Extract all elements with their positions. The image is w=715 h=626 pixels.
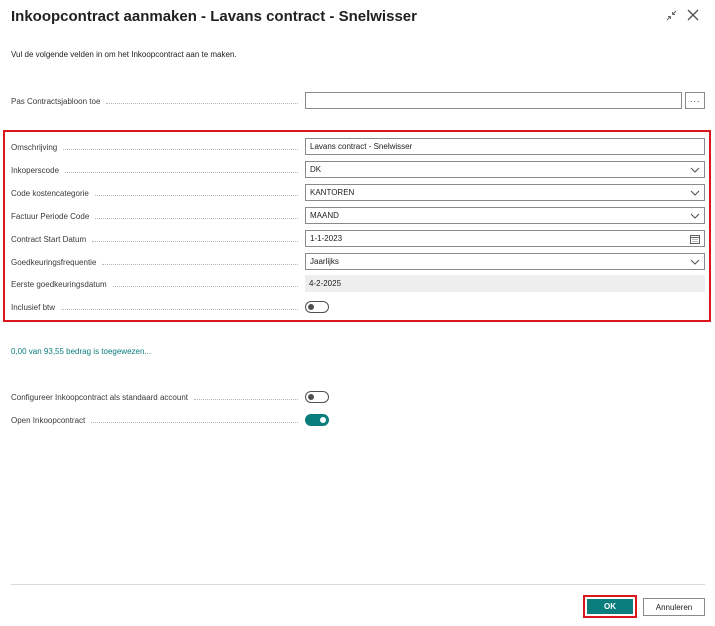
standaard-account-label-text: Configureer Inkoopcontract als standaard… (11, 392, 188, 402)
kostencategorie-row: Code kostencategorie KANTOREN (11, 184, 705, 202)
eerste-goedkeuringsdatum-label: Eerste goedkeuringsdatum (11, 280, 304, 289)
leader-dots (106, 102, 298, 104)
eerste-goedkeuringsdatum-value: 4-2-2025 (305, 275, 705, 292)
omschrijving-label: Omschrijving (11, 143, 304, 152)
collapse-icon[interactable] (662, 6, 680, 24)
leader-dots (95, 217, 298, 219)
inclusief-btw-label: Inclusief btw (11, 303, 304, 312)
leader-dots (194, 398, 298, 400)
goedkeuringsfrequentie-label: Goedkeuringsfrequentie (11, 258, 304, 267)
template-lookup-button[interactable]: ··· (685, 92, 705, 109)
omschrijving-label-text: Omschrijving (11, 142, 58, 152)
leader-dots (65, 171, 298, 173)
start-datum-label: Contract Start Datum (11, 235, 304, 244)
goedkeuringsfrequentie-value: Jaarlijks (310, 257, 339, 266)
factuur-periode-label-text: Factuur Periode Code (11, 211, 90, 221)
toggle-knob (308, 394, 314, 400)
collapse-arrows-icon (666, 10, 676, 20)
kostencategorie-value: KANTOREN (310, 188, 355, 197)
factuur-periode-select[interactable]: MAAND (305, 207, 705, 224)
inkoperscode-value: DK (310, 165, 322, 174)
assigned-amount-link[interactable]: 0,00 van 93,55 bedrag is toegewezen... (11, 347, 151, 356)
ok-highlight: OK (583, 595, 637, 618)
omschrijving-input[interactable]: Lavans contract - Snelwisser (305, 138, 705, 155)
standaard-account-row: Configureer Inkoopcontract als standaard… (11, 388, 705, 406)
footer-divider (11, 584, 705, 585)
close-icon[interactable] (684, 6, 702, 24)
goedkeuringsfrequentie-label-text: Goedkeuringsfrequentie (11, 257, 97, 267)
leader-dots (63, 148, 298, 150)
kostencategorie-select[interactable]: KANTOREN (305, 184, 705, 201)
chevron-down-icon (690, 190, 700, 196)
leader-dots (91, 421, 298, 423)
goedkeuringsfrequentie-row: Goedkeuringsfrequentie Jaarlijks (11, 253, 705, 271)
ok-button[interactable]: OK (587, 599, 633, 614)
standaard-account-toggle[interactable] (305, 391, 329, 403)
start-datum-input[interactable]: 1-1-2023 (305, 230, 705, 247)
open-contract-toggle[interactable] (305, 414, 329, 426)
close-x-icon (687, 9, 699, 21)
leader-dots (102, 263, 298, 265)
inkoperscode-select[interactable]: DK (305, 161, 705, 178)
chevron-down-icon (690, 213, 700, 219)
chevron-down-icon (690, 259, 700, 265)
leader-dots (61, 308, 298, 310)
open-contract-row: Open Inkoopcontract (11, 411, 705, 429)
factuur-periode-label: Factuur Periode Code (11, 212, 304, 221)
dialog-title: Inkoopcontract aanmaken - Lavans contrac… (11, 8, 417, 25)
eerste-goedkeuringsdatum-label-text: Eerste goedkeuringsdatum (11, 279, 107, 289)
template-label-text: Pas Contractsjabloon toe (11, 96, 101, 106)
template-label: Pas Contractsjabloon toe (11, 97, 304, 106)
start-datum-value: 1-1-2023 (310, 234, 343, 243)
inclusief-btw-toggle[interactable] (305, 301, 329, 313)
inkoperscode-label-text: Inkoperscode (11, 165, 60, 175)
inclusief-btw-row: Inclusief btw (11, 298, 705, 316)
standaard-account-label: Configureer Inkoopcontract als standaard… (11, 393, 304, 402)
leader-dots (92, 240, 298, 242)
start-datum-row: Contract Start Datum 1-1-2023 (11, 230, 705, 248)
factuur-periode-row: Factuur Periode Code MAAND (11, 207, 705, 225)
toggle-knob (308, 304, 314, 310)
intro-text: Vul de volgende velden in om het Inkoopc… (11, 50, 237, 59)
chevron-down-icon (690, 167, 700, 173)
template-row: Pas Contractsjabloon toe ··· (11, 92, 705, 110)
leader-dots (112, 285, 298, 287)
omschrijving-row: Omschrijving Lavans contract - Snelwisse… (11, 138, 705, 156)
cancel-button[interactable]: Annuleren (643, 598, 705, 616)
open-contract-label: Open Inkoopcontract (11, 416, 304, 425)
inkoperscode-label: Inkoperscode (11, 166, 304, 175)
inclusief-btw-label-text: Inclusief btw (11, 302, 56, 312)
kostencategorie-label-text: Code kostencategorie (11, 188, 89, 198)
factuur-periode-value: MAAND (310, 211, 339, 220)
leader-dots (94, 194, 298, 196)
highlight-box (3, 130, 711, 322)
template-input[interactable] (305, 92, 682, 109)
goedkeuringsfrequentie-select[interactable]: Jaarlijks (305, 253, 705, 270)
calendar-icon[interactable] (690, 234, 700, 244)
toggle-knob (320, 417, 326, 423)
start-datum-label-text: Contract Start Datum (11, 234, 87, 244)
inkoperscode-row: Inkoperscode DK (11, 161, 705, 179)
kostencategorie-label: Code kostencategorie (11, 189, 304, 198)
open-contract-label-text: Open Inkoopcontract (11, 415, 86, 425)
eerste-goedkeuringsdatum-row: Eerste goedkeuringsdatum 4-2-2025 (11, 275, 705, 293)
